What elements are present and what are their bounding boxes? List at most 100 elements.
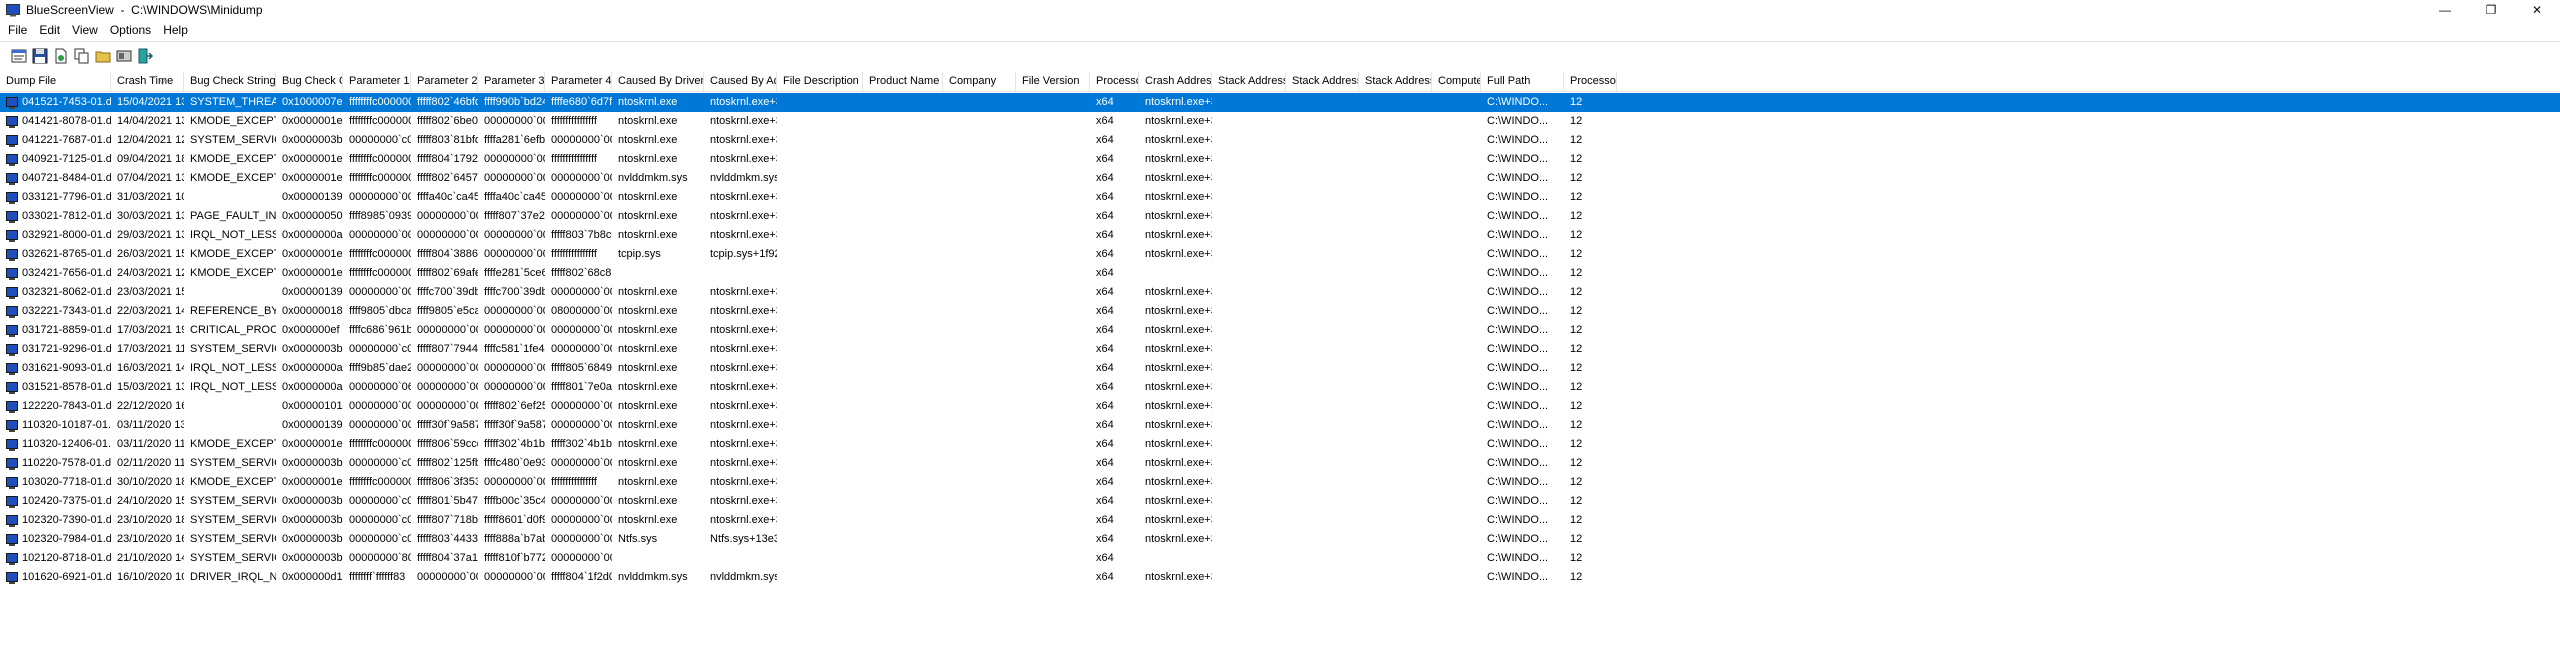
cell-company — [943, 112, 1016, 131]
table-row[interactable]: 041521-7453-01.dmp 15/04/2021 13:40:59 SYS… — [0, 93, 2560, 112]
cell-full-path: C:\WINDO... — [1487, 514, 1549, 526]
cell-full-path: C:\WINDO... — [1487, 286, 1549, 298]
cell-file-description — [777, 226, 863, 245]
cell-processor: x64 — [1096, 514, 1114, 526]
column-header-parameter-4[interactable]: Parameter 4 — [545, 72, 612, 92]
cell-crash-time: 17/03/2021 19:36:58 — [117, 324, 184, 336]
menu-view[interactable]: View — [66, 20, 104, 41]
cell-file-description — [777, 492, 863, 511]
table-row[interactable]: 031721-9296-01.dmp 17/03/2021 11:03:19 SYS… — [0, 340, 2560, 359]
table-row[interactable]: 041221-7687-01.dmp 12/04/2021 12:00:59 SYS… — [0, 131, 2560, 150]
save-button[interactable] — [31, 48, 48, 65]
table-row[interactable]: 110220-7578-01.dmp 02/11/2020 11:20:34 SYS… — [0, 454, 2560, 473]
column-header-full-path[interactable]: Full Path — [1481, 72, 1564, 92]
cell-parameter-3: 00000000`000000... — [484, 115, 545, 127]
column-header-dump-file[interactable]: Dump File — [0, 72, 111, 92]
column-header-stack-address-3[interactable]: Stack Address 3 — [1359, 72, 1432, 92]
table-row[interactable]: 102120-8718-01.dmp 21/10/2020 14:40:35 SYS… — [0, 549, 2560, 568]
html-report-button[interactable] — [52, 48, 69, 65]
dump-file-name: 102420-7375-01.dmp — [22, 495, 111, 507]
cell-company — [943, 511, 1016, 530]
column-header-file-description[interactable]: File Description — [777, 72, 863, 92]
menu-file[interactable]: File — [0, 20, 33, 41]
column-header-caused-by-driver[interactable]: Caused By Driver — [612, 72, 704, 92]
menu-edit[interactable]: Edit — [33, 20, 66, 41]
column-header-caused-by-address[interactable]: Caused By Address — [704, 72, 777, 92]
column-header-crash-address[interactable]: Crash Address — [1139, 72, 1212, 92]
table-row[interactable]: 032921-8000-01.dmp 29/03/2021 13:30:04 IRQ… — [0, 226, 2560, 245]
column-header-crash-time[interactable]: Crash Time ▽ — [111, 72, 184, 92]
advanced-options-button[interactable] — [94, 48, 111, 65]
table-row[interactable]: 103020-7718-01.dmp 30/10/2020 18:17:46 KMO… — [0, 473, 2560, 492]
cell-parameter-4: 00000000`000000... — [551, 457, 612, 469]
table-row[interactable]: 040721-8484-01.dmp 07/04/2021 13:27:02 KMO… — [0, 169, 2560, 188]
cell-stack-address-2 — [1286, 226, 1359, 245]
table-row[interactable]: 102320-7390-01.dmp 23/10/2020 18:10:44 SYS… — [0, 511, 2560, 530]
table-row[interactable]: 032321-8062-01.dmp 23/03/2021 15:20:06 0x0… — [0, 283, 2560, 302]
cell-file-description — [777, 454, 863, 473]
cell-crash-address: ntoskrnl.exe+3f5c50 — [1145, 134, 1212, 146]
table-row[interactable]: 033121-7796-01.dmp 31/03/2021 10:06:30 0x0… — [0, 188, 2560, 207]
column-header-file-version[interactable]: File Version — [1016, 72, 1090, 92]
table-row[interactable]: 032621-8765-01.dmp 26/03/2021 15:44:40 KMO… — [0, 245, 2560, 264]
table-row[interactable]: 102420-7375-01.dmp 24/10/2020 15:25:33 SYS… — [0, 492, 2560, 511]
dump-file-icon — [6, 305, 18, 318]
cell-crash-address — [1139, 549, 1212, 568]
minimize-button[interactable]: — — [2422, 0, 2468, 20]
cell-bug-check-code: 0x000000ef — [282, 324, 340, 336]
cell-bug-check-code: 0x0000001e — [282, 248, 343, 260]
table-row[interactable]: 040921-7125-01.dmp 09/04/2021 18:29:33 KMO… — [0, 150, 2560, 169]
cell-file-version — [1016, 454, 1090, 473]
column-header-parameter-1[interactable]: Parameter 1 — [343, 72, 411, 92]
dump-file-name: 031621-9093-01.dmp — [22, 362, 111, 374]
cell-processor: x64 — [1096, 191, 1114, 203]
table-row[interactable]: 102320-7984-01.dmp 23/10/2020 16:06:39 SYS… — [0, 530, 2560, 549]
table-row[interactable]: 110320-12406-01.dmp 03/11/2020 11:58:57 KM… — [0, 435, 2560, 454]
cell-parameter-2: fffff806`59ccd809 — [417, 438, 478, 450]
copy-button[interactable] — [73, 48, 90, 65]
menu-options[interactable]: Options — [104, 20, 157, 41]
options-button[interactable] — [115, 48, 132, 65]
column-header-parameter-3[interactable]: Parameter 3 — [478, 72, 545, 92]
cell-file-description — [777, 340, 863, 359]
menu-help[interactable]: Help — [157, 20, 194, 41]
column-header-label: Computer ... — [1438, 75, 1480, 87]
table-row[interactable]: 041421-8078-01.dmp 14/04/2021 13:51:51 KMO… — [0, 112, 2560, 131]
cell-stack-address-3 — [1359, 245, 1432, 264]
cell-bug-check-string: KMODE_EXCEPTION_N... — [190, 438, 276, 450]
column-header-computer-name[interactable]: Computer ... — [1432, 72, 1481, 92]
cell-company — [943, 454, 1016, 473]
cell-bug-check-string: IRQL_NOT_LESS_OR_EQ... — [190, 229, 276, 241]
cell-bug-check-code: 0x0000000a — [282, 362, 343, 374]
column-header-stack-address-2[interactable]: Stack Address 2 — [1286, 72, 1359, 92]
crash-list[interactable]: Dump File Crash Time ▽ Bug Check String Bug … — [0, 72, 2560, 652]
column-header-bug-check-string[interactable]: Bug Check String — [184, 72, 276, 92]
table-row[interactable]: 110320-10187-01.dmp 03/11/2020 13:53:16 0x… — [0, 416, 2560, 435]
column-header-bug-check-code[interactable]: Bug Check Code — [276, 72, 343, 92]
cell-bug-check-code: 0x0000003b — [282, 495, 343, 507]
table-row[interactable]: 032221-7343-01.dmp 22/03/2021 14:21:07 REF… — [0, 302, 2560, 321]
cell-parameter-1: 00000000`c000000... — [349, 134, 411, 146]
cell-stack-address-3 — [1359, 207, 1432, 226]
column-header-processors-count[interactable]: Processors Count — [1564, 72, 1617, 92]
table-row[interactable]: 031621-9093-01.dmp 16/03/2021 14:18:13 IRQ… — [0, 359, 2560, 378]
cell-processor: x64 — [1096, 96, 1114, 108]
exit-button[interactable] — [136, 48, 153, 65]
column-header-stack-address-1[interactable]: Stack Address 1 — [1212, 72, 1286, 92]
table-row[interactable]: 033021-7812-01.dmp 30/03/2021 13:32:24 PAG… — [0, 207, 2560, 226]
column-header-product-name[interactable]: Product Name — [863, 72, 943, 92]
properties-button[interactable] — [10, 48, 27, 65]
maximize-button[interactable]: ❐ — [2468, 0, 2514, 20]
column-header-processor[interactable]: Processor — [1090, 72, 1139, 92]
table-row[interactable]: 031721-8859-01.dmp 17/03/2021 19:36:58 CRI… — [0, 321, 2560, 340]
cell-company — [943, 226, 1016, 245]
column-header-company[interactable]: Company — [943, 72, 1016, 92]
table-row[interactable]: 101620-6921-01.dmp 16/10/2020 10:35:46 DRI… — [0, 568, 2560, 587]
table-row[interactable]: 032421-7656-01.dmp 24/03/2021 12:36:57 KMO… — [0, 264, 2560, 283]
cell-stack-address-1 — [1212, 112, 1286, 131]
cell-processors-count: 12 — [1570, 457, 1583, 469]
table-row[interactable]: 122220-7843-01.dmp 22/12/2020 16:19:52 0x0… — [0, 397, 2560, 416]
column-header-parameter-2[interactable]: Parameter 2 — [411, 72, 478, 92]
table-row[interactable]: 031521-8578-01.dmp 15/03/2021 13:02:09 IRQ… — [0, 378, 2560, 397]
close-button[interactable]: ✕ — [2514, 0, 2560, 20]
